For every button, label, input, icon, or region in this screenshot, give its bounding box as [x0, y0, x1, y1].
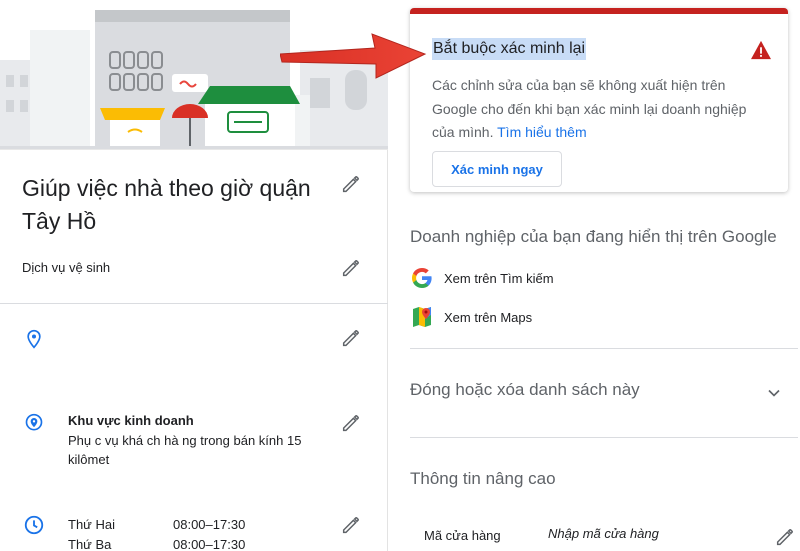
section-divider: [410, 437, 798, 438]
verify-card-title: Bắt buộc xác minh lại: [432, 38, 587, 60]
store-code-input[interactable]: [548, 526, 748, 541]
business-name: Giúp việc nhà theo giờ quận Tây Hồ: [22, 175, 311, 234]
service-area-description: Phụ c vụ khá ch hà ng trong bán kính 15 …: [68, 433, 302, 467]
business-category: Dịch vụ vệ sinh: [22, 260, 111, 275]
section-divider: [410, 348, 798, 349]
opening-hours: Thứ Hai 08:00–17:30 Thứ Ba 08:00–17:30: [68, 515, 245, 551]
hours-row: Thứ Hai 08:00–17:30: [68, 515, 245, 535]
hours-day: Thứ Ba: [68, 537, 112, 551]
hours-time: 08:00–17:30: [173, 537, 246, 551]
annotation-arrow-icon: [279, 28, 430, 83]
hours-time: 08:00–17:30: [173, 517, 246, 532]
store-code-label: Mã cửa hàng: [424, 528, 501, 543]
view-on-maps-label: Xem trên Maps: [444, 309, 533, 325]
hours-row: Thứ Ba 08:00–17:30: [68, 535, 245, 551]
view-on-maps-link[interactable]: Xem trên Maps: [410, 304, 532, 330]
chevron-down-icon[interactable]: [764, 383, 784, 403]
advanced-info-title: Thông tin nâng cao: [410, 469, 556, 488]
section-divider: [0, 303, 388, 304]
clock-icon: [23, 514, 45, 536]
service-area-icon: [24, 412, 44, 434]
learn-more-link[interactable]: Tìm hiểu thêm: [497, 124, 586, 140]
close-or-remove-listing[interactable]: Đóng hoặc xóa danh sách này: [410, 380, 640, 400]
shown-on-google-title: Doanh nghiệp của bạn đang hiển thị trên …: [410, 227, 777, 246]
verify-card-message: Các chỉnh sửa của bạn sẽ không xuất hiện…: [432, 77, 747, 140]
warning-icon: [750, 40, 772, 60]
edit-address-pencil-icon[interactable]: [340, 327, 362, 349]
location-pin-icon: [24, 328, 44, 350]
google-maps-icon: [410, 305, 434, 329]
edit-hours-pencil-icon[interactable]: [340, 514, 362, 536]
verify-now-button[interactable]: Xác minh ngay: [432, 151, 562, 187]
view-on-search-link[interactable]: Xem trên Tìm kiếm: [410, 265, 554, 291]
verify-card-body: Các chỉnh sửa của bạn sẽ không xuất hiện…: [432, 74, 762, 145]
google-g-icon: [410, 266, 434, 290]
edit-name-pencil-icon[interactable]: [340, 173, 362, 195]
hours-day: Thứ Hai: [68, 517, 115, 532]
edit-service-area-pencil-icon[interactable]: [340, 412, 362, 434]
edit-category-pencil-icon[interactable]: [340, 257, 362, 279]
reverification-card: Bắt buộc xác minh lại Các chỉnh sửa của …: [410, 8, 788, 192]
service-area-title: Khu vực kinh doanh: [68, 413, 194, 428]
edit-store-code-pencil-icon[interactable]: [774, 526, 796, 548]
view-on-search-label: Xem trên Tìm kiếm: [444, 270, 554, 286]
